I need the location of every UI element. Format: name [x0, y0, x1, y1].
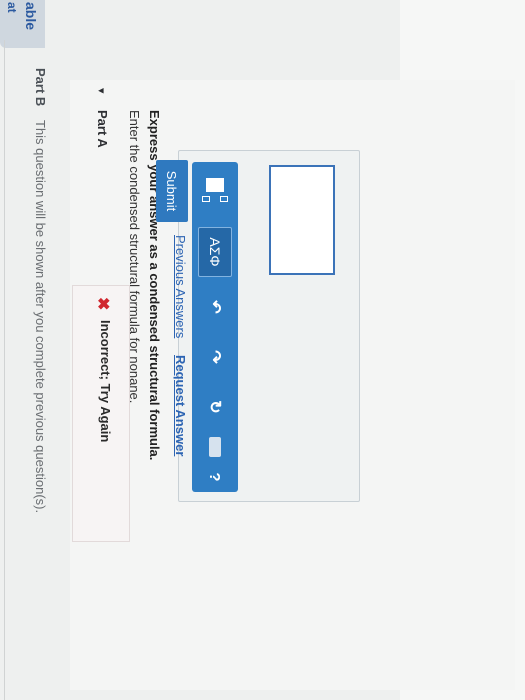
sidebar-tab[interactable]: able at: [0, 0, 45, 48]
divider: [4, 40, 5, 700]
greek-symbols-button[interactable]: AΣΦ: [198, 227, 232, 277]
part-a-title[interactable]: Part A: [95, 110, 110, 148]
collapse-caret-icon[interactable]: ▾: [95, 88, 108, 94]
redo-icon[interactable]: ↷: [198, 337, 232, 377]
editor-toolbar: AΣΦ ↶ ↷ ↻ ?: [192, 162, 238, 492]
page-stage: able at ▾ Part A Enter the condensed str…: [0, 0, 525, 700]
request-answer-link[interactable]: Request Answer: [173, 355, 188, 456]
help-icon[interactable]: ?: [198, 457, 232, 497]
undo-icon[interactable]: ↶: [198, 287, 232, 327]
feedback-message: Incorrect; Try Again: [98, 320, 113, 443]
template-icon[interactable]: [198, 172, 232, 212]
submit-button[interactable]: Submit: [156, 160, 188, 222]
part-b-title[interactable]: Part B: [33, 68, 48, 106]
reset-icon[interactable]: ↻: [198, 387, 232, 427]
part-b-locked-message: This question will be shown after you co…: [33, 120, 48, 514]
incorrect-icon: ✖: [94, 297, 111, 311]
previous-answers-link[interactable]: Previous Answers: [173, 235, 188, 338]
sidebar-tab-label: able: [23, 2, 39, 31]
sidebar-tab-sublabel: at: [5, 2, 19, 13]
answer-input[interactable]: [269, 165, 335, 275]
